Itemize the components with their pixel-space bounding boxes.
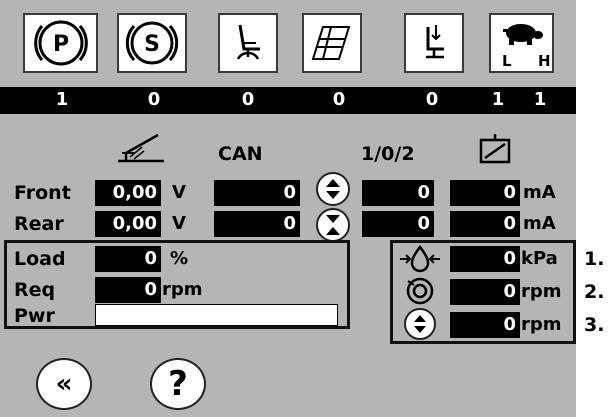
- s-indicator[interactable]: S: [117, 13, 187, 73]
- speed-range-indicator[interactable]: L H: [489, 13, 554, 73]
- operator-seat-indicator[interactable]: [218, 13, 278, 73]
- load-label: Load: [14, 248, 66, 270]
- seat-presence-indicator[interactable]: [404, 13, 464, 73]
- grid-indicator[interactable]: [302, 13, 362, 73]
- pwr-label: Pwr: [14, 305, 55, 327]
- status-bar: 1 0 0 0 0 1 1: [0, 87, 576, 114]
- seat-presence-icon: [426, 25, 444, 59]
- sensor-1-unit: kPa: [521, 248, 558, 269]
- row-number-2: 2.: [584, 281, 605, 303]
- speed-low-label: L: [502, 52, 512, 70]
- req-unit: rpm: [162, 279, 203, 300]
- sensor-3-unit: rpm: [521, 314, 562, 335]
- rear-voltage: 0,00: [95, 211, 161, 237]
- req-label: Req: [14, 279, 56, 301]
- sensor-2-value: 0: [450, 279, 520, 305]
- back-button[interactable]: «: [36, 358, 92, 410]
- sensor-2-unit: rpm: [521, 281, 562, 302]
- rear-can-value: 0: [214, 211, 300, 237]
- front-current-value: 0: [450, 180, 520, 206]
- row-number-3: 3.: [584, 314, 605, 336]
- rear-io-value: 0: [362, 211, 434, 237]
- power-bar: [95, 304, 338, 326]
- seat-icon: [236, 24, 260, 60]
- rotation-speed-icon: [406, 277, 434, 305]
- status-value: 0: [332, 89, 346, 110]
- diagnostic-screen: P S L H 1 0 0 0 0 1 1 CAN 1/0/2 Front 0,…: [0, 0, 576, 417]
- sensor-1-value: 0: [450, 246, 520, 272]
- status-value: 1: [55, 89, 69, 110]
- parking-brake-icon: P: [33, 20, 88, 66]
- status-value: 0: [147, 89, 161, 110]
- arrow-in-icon: [316, 208, 350, 242]
- req-value: 0: [95, 277, 161, 303]
- status-value: 1: [491, 89, 505, 110]
- load-value: 0: [95, 246, 161, 272]
- front-voltage: 0,00: [95, 180, 161, 206]
- row-number-1: 1.: [584, 248, 605, 270]
- can-header: CAN: [218, 143, 263, 165]
- turtle-icon: L H: [502, 24, 551, 70]
- valve-coil-icon: [479, 134, 511, 164]
- front-label: Front: [14, 182, 71, 204]
- service-s-icon: S: [125, 21, 179, 65]
- front-io-value: 0: [362, 180, 434, 206]
- grid-icon: [311, 26, 351, 60]
- pedal-icon: [118, 133, 164, 163]
- status-value: 1: [533, 89, 547, 110]
- rear-voltage-unit: V: [172, 213, 186, 234]
- motor-speed-icon: [404, 308, 436, 340]
- status-value: 0: [241, 89, 255, 110]
- front-current-unit: mA: [523, 182, 556, 203]
- parking-brake-letter: P: [52, 32, 68, 57]
- sensor-3-value: 0: [450, 312, 520, 338]
- front-voltage-unit: V: [172, 182, 186, 203]
- rear-current-unit: mA: [523, 213, 556, 234]
- rear-label: Rear: [14, 213, 64, 235]
- speed-high-label: H: [538, 52, 551, 70]
- status-value: 0: [425, 89, 439, 110]
- front-can-value: 0: [214, 180, 300, 206]
- oil-pressure-icon: [400, 245, 440, 273]
- parking-brake-indicator[interactable]: P: [23, 13, 98, 73]
- arrow-up-down-icon: [316, 172, 350, 206]
- io-header: 1/0/2: [361, 143, 415, 165]
- help-button[interactable]: ?: [150, 358, 206, 410]
- s-indicator-letter: S: [144, 32, 160, 57]
- rear-current-value: 0: [450, 211, 520, 237]
- load-unit: %: [170, 248, 189, 269]
